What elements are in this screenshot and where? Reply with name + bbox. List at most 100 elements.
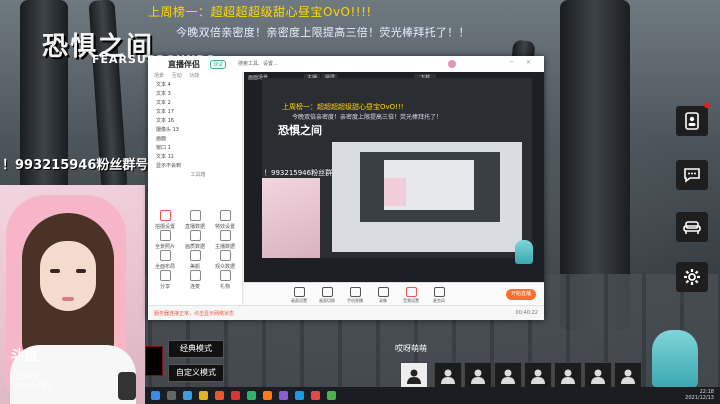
app-icon[interactable] — [247, 391, 256, 400]
mouth — [62, 297, 74, 301]
live-app-icon[interactable] — [263, 391, 272, 400]
silhouette-icon — [407, 369, 421, 384]
microphone — [118, 372, 136, 400]
gear-icon — [684, 269, 700, 285]
settings-button[interactable] — [676, 262, 708, 292]
nested-small-cam — [384, 178, 406, 206]
nested-fans: ！993215946粉丝群号 — [264, 169, 340, 177]
chat-button[interactable] — [676, 160, 708, 190]
room-number: 9105451 — [16, 381, 52, 390]
fans-group-number: ！993215946粉丝群号 — [2, 158, 149, 173]
app-icon[interactable] — [295, 391, 304, 400]
nested-window — [332, 142, 522, 252]
nested-leaderboard: 上周榜一：超超超超级甜心昼宝OvO!!! — [282, 103, 404, 111]
start-live-button[interactable]: 开始直播 — [506, 289, 536, 300]
emoji-slot[interactable] — [494, 362, 522, 390]
silhouette-icon — [531, 369, 545, 384]
clock-date: 2021/12/13 — [685, 395, 714, 401]
emoji-slot[interactable] — [554, 362, 582, 390]
source-item[interactable]: 显示不会到 — [148, 162, 242, 171]
system-clock[interactable]: 22:18 2021/12/13 — [685, 389, 714, 401]
contacts-icon — [685, 112, 699, 130]
tool-item[interactable]: 全景照片 — [150, 230, 180, 250]
tool-item[interactable]: 直播数据 — [180, 210, 210, 230]
tool-item[interactable]: 礼物 — [210, 270, 240, 290]
sofa-button[interactable] — [676, 212, 708, 242]
anime-mascot-small — [515, 240, 533, 264]
emoji-slot[interactable] — [464, 362, 492, 390]
emoji-slot[interactable] — [434, 362, 462, 390]
tab-function[interactable]: 功能 — [189, 73, 199, 79]
start-icon[interactable] — [151, 391, 160, 400]
silhouette-icon — [621, 369, 635, 384]
anime-mascot — [652, 330, 698, 388]
app-icon[interactable] — [215, 391, 224, 400]
left-tabs: 场景 互动 功能 — [148, 72, 242, 81]
title-bar: 直播伴侣 测试 搜索工具、设置… ─ ✕ — [148, 56, 544, 73]
tool-item[interactable]: 分享 — [150, 270, 180, 290]
close-icon[interactable]: ✕ — [526, 59, 531, 66]
tool-item[interactable]: 拍摄设置 — [150, 210, 180, 230]
source-item[interactable]: 摄像头 13 — [148, 126, 242, 135]
source-item[interactable]: 文本 11 — [148, 153, 242, 162]
source-item[interactable]: 文本 3 — [148, 90, 242, 99]
status-warning[interactable]: 服务器连接正常，点击显示网络状态 — [154, 310, 234, 317]
emoji-bar-label: 哎呀萌萌 — [395, 344, 427, 353]
emoji-slot[interactable] — [584, 362, 612, 390]
app-icon[interactable] — [311, 391, 320, 400]
avatar[interactable] — [448, 60, 456, 68]
silhouette-icon — [561, 369, 575, 384]
folder-icon[interactable] — [199, 391, 208, 400]
app-icon[interactable] — [231, 391, 240, 400]
silhouette-icon — [471, 369, 485, 384]
nested-intimacy: 今晚双倍亲密度！亲密度上限提高三倍！荧光棒拜托了！ — [292, 114, 443, 121]
emoji-slot[interactable] — [614, 362, 642, 390]
tool-item[interactable]: 连麦 — [180, 270, 210, 290]
classic-mode-button[interactable]: 经典模式 — [168, 340, 224, 358]
eye — [50, 269, 60, 273]
live-duration: 00:40:22 — [515, 310, 538, 316]
eye — [76, 269, 86, 273]
search-hint[interactable]: 搜索工具、设置… — [238, 60, 278, 67]
tab-interact[interactable]: 互动 — [172, 73, 182, 79]
test-badge: 测试 — [210, 60, 227, 69]
tool-audio[interactable]: 音频设置 — [400, 287, 422, 304]
search-icon[interactable] — [167, 391, 176, 400]
tool-mobile-live[interactable]: 手机直播 — [344, 287, 366, 304]
source-item[interactable]: 文本 4 — [148, 81, 242, 90]
app-icon[interactable] — [279, 391, 288, 400]
source-item[interactable]: 文本 16 — [148, 117, 242, 126]
emoji-slot[interactable] — [524, 362, 552, 390]
nested-window-deep — [384, 160, 474, 210]
tool-scene-switch[interactable]: 画面切换 — [316, 287, 338, 304]
notification-dot — [704, 102, 710, 108]
minimize-icon[interactable]: ─ — [510, 59, 514, 66]
stream-preview[interactable]: 画面场景 主播 竖屏 下载 上周榜一：超超超超级甜心昼宝OvO!!! 今晚双倍亲… — [244, 72, 544, 282]
app-logo: 直播伴侣 — [168, 60, 200, 69]
source-item[interactable]: 文本 17 — [148, 108, 242, 117]
app-icon[interactable] — [327, 391, 336, 400]
contacts-button[interactable] — [676, 106, 708, 136]
edge-icon[interactable] — [183, 391, 192, 400]
nested-brand: 恐惧之间 — [278, 124, 322, 137]
tool-item[interactable]: 主播数据 — [210, 230, 240, 250]
tool-record[interactable]: 录像 — [372, 287, 394, 304]
emoji-slot[interactable] — [400, 362, 428, 390]
tool-item[interactable]: 观众数据 — [210, 250, 240, 270]
tool-scene-settings[interactable]: 画面设置 — [288, 287, 310, 304]
tool-item[interactable]: 美颜 — [180, 250, 210, 270]
status-bar: 服务器连接正常，点击显示网络状态 00:40:22 — [148, 305, 544, 320]
tool-item[interactable]: 全面布局 — [150, 250, 180, 270]
tool-mic[interactable]: 麦克风 — [428, 287, 450, 304]
source-item[interactable]: 窗口 1 — [148, 144, 242, 153]
source-item[interactable]: 画面 — [148, 135, 242, 144]
tool-item[interactable]: 画质数据 — [180, 230, 210, 250]
tab-scene[interactable]: 场景 — [154, 73, 164, 79]
source-item[interactable]: 文本 2 — [148, 99, 242, 108]
tool-item[interactable]: 特效设置 — [210, 210, 240, 230]
silhouette-icon — [441, 369, 455, 384]
toolbox-title: 工具箱 — [190, 172, 206, 178]
custom-mode-button[interactable]: 自定义模式 — [168, 364, 224, 382]
nested-window-preview — [360, 152, 500, 222]
lock-panel — [145, 346, 163, 376]
